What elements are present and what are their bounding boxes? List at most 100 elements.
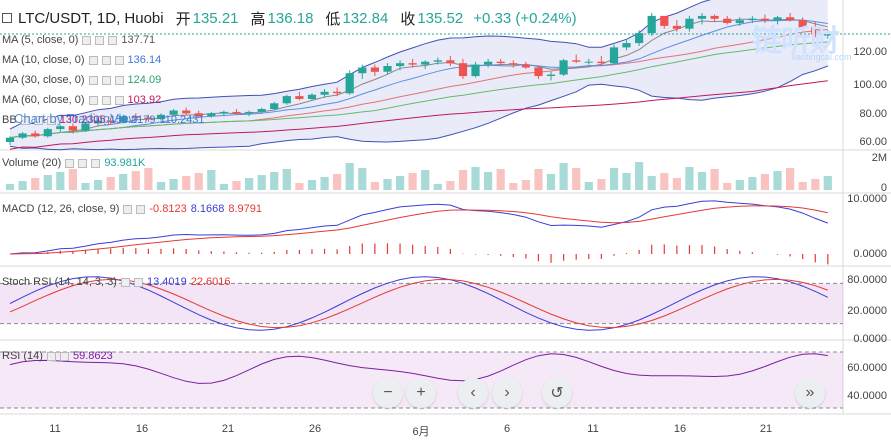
volume-bar	[597, 179, 606, 190]
candle-body	[31, 133, 40, 137]
zoom-out-button[interactable]: −	[373, 378, 403, 408]
rsi-axis-label: 60.0000	[847, 362, 887, 374]
volume-bar	[647, 176, 656, 190]
symbol-title[interactable]: LTC/USDT, 1D, Huobi	[18, 10, 164, 27]
volume-value: 93.981K	[104, 157, 146, 169]
candle-body	[345, 73, 354, 94]
volume-bar	[609, 168, 619, 190]
collapse-icon[interactable]	[2, 13, 12, 23]
volume-bar	[358, 168, 367, 190]
gear-icon[interactable]	[120, 277, 130, 287]
close-value: 135.52	[417, 9, 464, 27]
candle-body	[735, 20, 744, 24]
tradingview-logo[interactable]: Chart by TradingView	[14, 111, 138, 126]
candle-body	[295, 96, 304, 99]
close-icon[interactable]	[114, 75, 124, 85]
ma30-legend[interactable]: MA (30, close, 0) 124.09	[2, 74, 161, 86]
volume-bar	[106, 177, 115, 190]
low-label: 低	[325, 10, 341, 28]
scroll-to-end-button[interactable]: »	[795, 378, 825, 408]
volume-bar	[270, 172, 279, 190]
volume-bar	[81, 183, 90, 190]
volume-bar	[333, 174, 342, 190]
volume-bar	[207, 170, 216, 190]
gear-icon[interactable]	[78, 158, 88, 168]
volume-bar	[735, 180, 744, 190]
volume-bar	[119, 174, 128, 190]
gear-icon[interactable]	[46, 351, 56, 361]
ma60-legend[interactable]: MA (60, close, 0) 103.92	[2, 94, 161, 106]
volume-bar	[295, 183, 304, 190]
time-axis-label: 11	[587, 423, 599, 435]
candle-body	[484, 61, 493, 65]
zoom-in-button[interactable]: +	[406, 378, 436, 408]
volume-bar	[710, 169, 719, 190]
open-label: 开	[175, 10, 191, 28]
close-icon[interactable]	[108, 35, 118, 45]
candle-body	[534, 67, 543, 77]
volume-legend[interactable]: Volume (20) 93.981K	[2, 157, 145, 169]
volume-bar	[219, 184, 228, 190]
price-axis-label: 100.00	[853, 79, 887, 91]
eye-icon[interactable]	[88, 75, 98, 85]
candle-body	[18, 133, 27, 138]
volume-bar	[534, 169, 543, 190]
gear-icon[interactable]	[101, 55, 111, 65]
candle-body	[660, 15, 669, 26]
time-axis-label: 6月	[412, 426, 430, 438]
eye-icon[interactable]	[88, 95, 98, 105]
volume-bar	[144, 168, 153, 190]
rsi-legend[interactable]: RSI (14) 59.8623	[2, 350, 113, 362]
rsi-value: 59.8623	[72, 350, 113, 362]
low-value: 132.84	[342, 9, 389, 27]
scroll-left-button[interactable]: ‹	[458, 378, 488, 408]
gear-icon[interactable]	[101, 95, 111, 105]
volume-bar	[345, 163, 354, 190]
ma10-legend[interactable]: MA (10, close, 0) 136.14	[2, 54, 161, 66]
candle-body	[647, 15, 656, 34]
candle-body	[458, 63, 468, 77]
volume-bar	[156, 182, 166, 190]
volume-bar	[622, 173, 631, 190]
ma30-label: MA (30, close, 0)	[2, 74, 85, 86]
eye-icon[interactable]	[88, 55, 98, 65]
candle-body	[546, 74, 556, 76]
volume-bar	[421, 170, 430, 190]
eye-icon[interactable]	[82, 35, 92, 45]
stoch-value-1: 13.4019	[146, 276, 187, 288]
close-icon[interactable]	[59, 351, 69, 361]
stoch-legend[interactable]: Stoch RSI (14, 14, 3, 3) 13.4019 22.6016	[2, 276, 230, 288]
close-icon[interactable]	[133, 277, 143, 287]
volume-bar	[169, 179, 178, 190]
volume-bar	[307, 180, 317, 190]
close-icon[interactable]	[91, 158, 101, 168]
candle-body	[597, 61, 606, 64]
time-axis-label: 21	[759, 423, 773, 435]
reset-chart-button[interactable]: ↺	[542, 378, 572, 408]
volume-bar	[584, 182, 593, 190]
candle-body	[358, 67, 367, 74]
volume-bar	[257, 175, 266, 190]
volume-bar	[509, 183, 518, 190]
chart-canvas	[0, 0, 891, 415]
volume-bar	[232, 181, 241, 190]
high-label: 高	[250, 10, 266, 28]
macd-legend[interactable]: MACD (12, 26, close, 9) -0.8123 8.1668 8…	[2, 203, 262, 215]
macd-value-1: -0.8123	[149, 203, 187, 215]
candle-body	[270, 103, 279, 109]
candle-body	[421, 61, 430, 65]
eye-icon[interactable]	[65, 158, 75, 168]
close-icon[interactable]	[136, 204, 146, 214]
ma10-value: 136.14	[127, 54, 162, 66]
scroll-right-button[interactable]: ›	[492, 378, 522, 408]
volume-axis-label: 2M	[871, 152, 887, 164]
close-icon[interactable]	[114, 55, 124, 65]
close-icon[interactable]	[114, 95, 124, 105]
gear-icon[interactable]	[95, 35, 105, 45]
stoch-value-2: 22.6016	[190, 276, 231, 288]
gear-icon[interactable]	[123, 204, 133, 214]
candle-body	[496, 61, 505, 64]
volume-bar	[559, 163, 568, 190]
gear-icon[interactable]	[101, 75, 111, 85]
ma5-legend[interactable]: MA (5, close, 0) 137.71	[2, 34, 155, 46]
